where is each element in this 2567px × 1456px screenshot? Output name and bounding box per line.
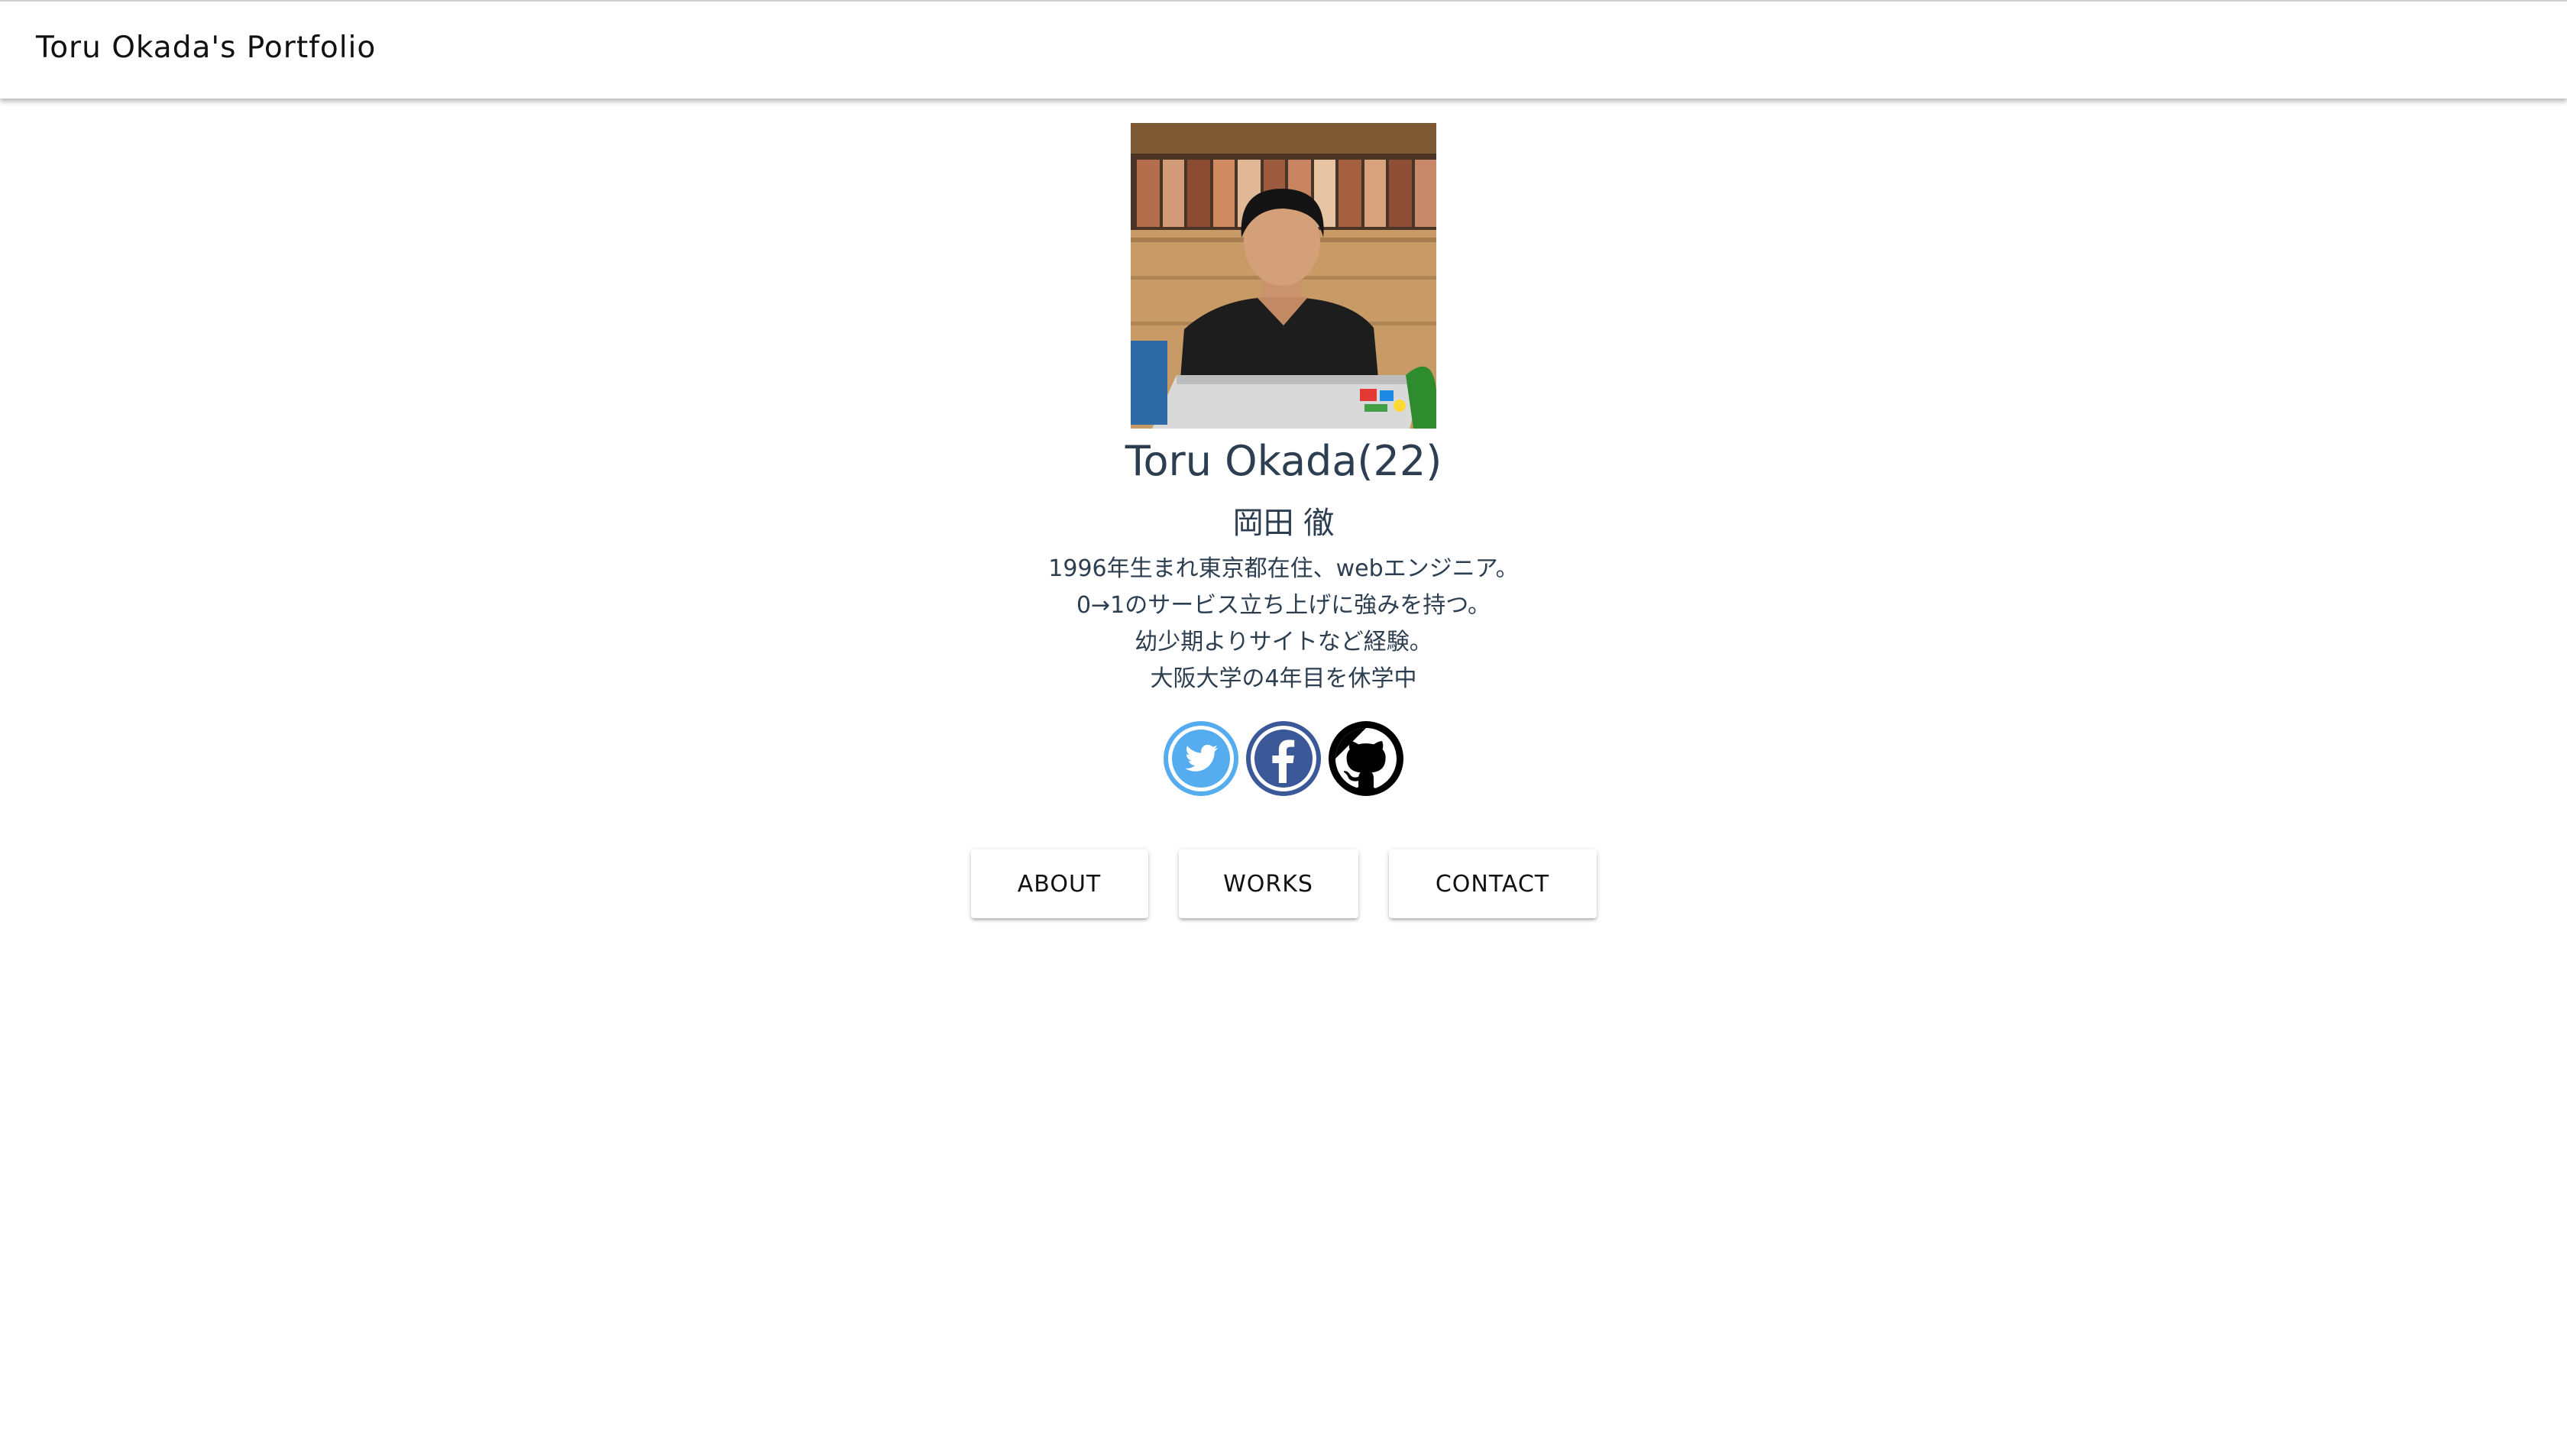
about-button[interactable]: ABOUT — [970, 849, 1148, 918]
facebook-link[interactable] — [1245, 720, 1322, 797]
twitter-icon — [1164, 721, 1238, 796]
github-link[interactable] — [1328, 720, 1404, 797]
bio-line: 1996年生まれ東京都在住、webエンジニア。 — [1048, 555, 1519, 582]
twitter-link[interactable] — [1163, 720, 1239, 797]
app-title[interactable]: Toru Okada's Portfolio — [36, 31, 376, 65]
bio-line: 大阪大学の4年目を休学中 — [1150, 665, 1417, 692]
profile-photo — [1131, 123, 1436, 429]
bio-line: 0→1のサービス立ち上げに強みを持つ。 — [1076, 592, 1491, 619]
profile-name-jp: 岡田 徹 — [1232, 506, 1335, 541]
profile-photo-image — [1131, 123, 1436, 429]
social-links — [0, 720, 2567, 797]
contact-button[interactable]: CONTACT — [1388, 849, 1597, 918]
profile-bio: 1996年生まれ東京都在住、webエンジニア。 0→1のサービス立ち上げに強みを… — [0, 551, 2567, 697]
nav-buttons: ABOUT WORKS CONTACT — [0, 849, 2567, 918]
github-icon — [1329, 721, 1403, 796]
facebook-icon — [1246, 721, 1321, 796]
profile-name: Toru Okada(22) — [1125, 437, 1442, 485]
works-button[interactable]: WORKS — [1178, 849, 1358, 918]
bio-line: 幼少期よりサイトなど経験。 — [1135, 629, 1432, 655]
app-bar: Toru Okada's Portfolio — [0, 0, 2567, 99]
